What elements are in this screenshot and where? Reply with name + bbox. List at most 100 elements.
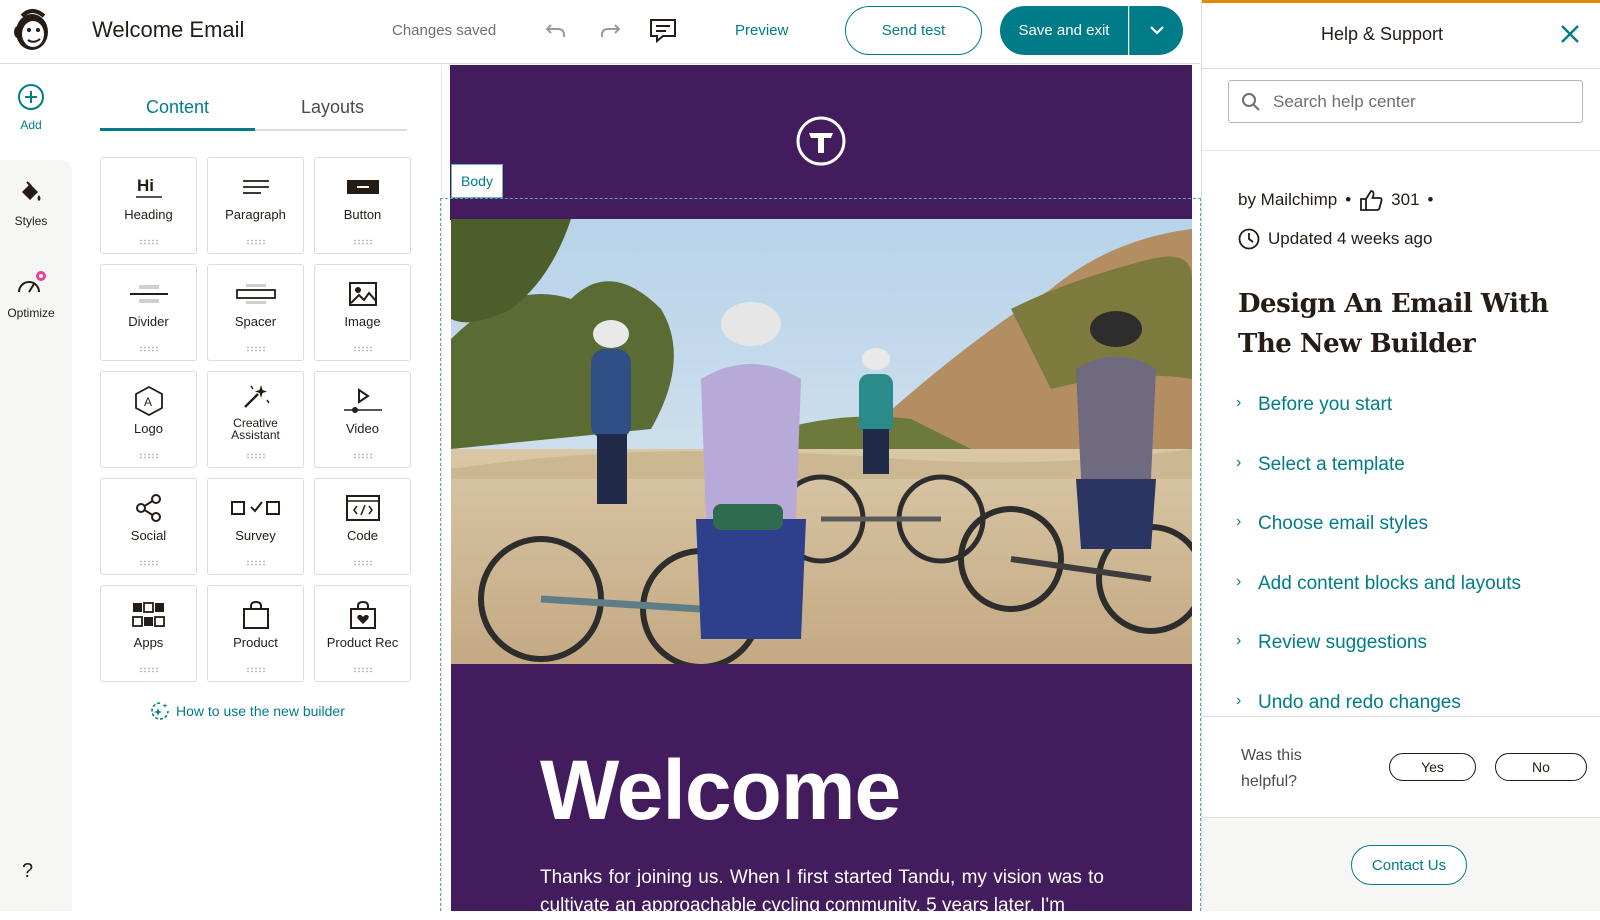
drag-grip-icon [139,346,159,352]
block-code[interactable]: Code [314,478,411,575]
how-to-use-builder-link[interactable]: How to use the new builder [150,701,345,721]
drag-grip-icon [353,239,373,245]
rail-styles-label: Styles [14,214,48,228]
save-options-dropdown[interactable] [1129,6,1183,55]
block-video[interactable]: Video [314,371,411,468]
email-headline[interactable]: Welcome [540,742,901,839]
plus-circle-icon [18,84,44,110]
tab-content[interactable]: Content [100,95,255,131]
block-apps[interactable]: Apps [100,585,197,682]
svg-text:A: A [144,395,152,409]
block-label: Survey [235,528,276,543]
rail-styles-button[interactable]: Styles [0,180,62,228]
hero-image[interactable] [451,219,1192,664]
drag-grip-icon [139,453,159,459]
save-status: Changes saved [392,22,497,39]
divider-icon [101,279,196,309]
content-blocks-grid: Hi Heading Paragraph Button Divider Spac… [100,157,411,682]
rail-add-label: Add [20,118,42,132]
block-product-rec[interactable]: Product Rec [314,585,411,682]
toc-item[interactable]: › Review suggestions [1236,624,1586,684]
block-button[interactable]: Button [314,157,411,254]
send-test-button[interactable]: Send test [845,6,982,55]
help-divider [1202,68,1600,69]
block-logo[interactable]: A Logo [100,371,197,468]
drag-grip-icon [246,667,266,673]
top-bar: Welcome Email Changes saved Preview Send… [0,0,1200,64]
undo-icon[interactable] [541,16,571,46]
code-icon [315,493,410,523]
block-survey[interactable]: Survey [207,478,304,575]
help-search-input[interactable] [1273,91,1563,112]
feedback-no-button[interactable]: No [1495,753,1587,781]
drag-grip-icon [353,453,373,459]
drag-grip-icon [139,239,159,245]
chevron-right-icon: › [1236,394,1242,411]
block-divider[interactable]: Divider [100,264,197,361]
email-body-text[interactable]: Thanks for joining us. When I first star… [540,864,1104,920]
article-title: Design An Email With The New Builder [1238,289,1549,359]
chevron-right-icon: › [1236,632,1242,650]
block-label: Paragraph [225,207,286,222]
block-label: Divider [128,314,169,329]
help-question-button[interactable]: ? [22,860,33,883]
search-icon [1242,92,1260,111]
document-title[interactable]: Welcome Email [92,17,244,43]
panel-tabs: Content Layouts [100,95,407,131]
image-icon [315,279,410,309]
block-label: Apps [133,635,164,650]
meta-separator: • [1427,190,1434,209]
rail-add-button[interactable]: Add [0,83,62,132]
article-updated: Updated 4 weeks ago [1238,228,1432,250]
toc-item-label: Add content blocks and layouts [1258,572,1522,594]
svg-text:Hi: Hi [137,176,154,195]
chevron-right-icon: › [1236,691,1242,709]
comment-icon[interactable] [648,16,678,46]
help-panel-accent-bar [1202,0,1600,3]
toc-item[interactable]: › Add content blocks and layouts [1236,565,1586,625]
drag-grip-icon [353,346,373,352]
block-product[interactable]: Product [207,585,304,682]
article-toc: › Before you start › Select a template › Ch… [1236,386,1586,744]
content-panel: Content Layouts Hi Heading Paragraph But… [72,65,442,911]
tab-layouts[interactable]: Layouts [255,95,410,131]
updated-text: Updated 4 weeks ago [1268,229,1433,248]
help-search-box[interactable] [1228,80,1583,123]
block-social[interactable]: Social [100,478,197,575]
mailchimp-logo-icon[interactable] [10,8,54,54]
preview-link[interactable]: Preview [735,22,788,39]
toc-item-label: Before you start [1258,394,1393,415]
clock-icon [1238,228,1260,250]
feedback-yes-button[interactable]: Yes [1389,753,1476,781]
body-section-tag[interactable]: Body [451,164,503,198]
redo-icon[interactable] [595,16,625,46]
rail-optimize-button[interactable]: Optimize [0,270,62,320]
toc-item[interactable]: › Choose email styles [1236,505,1586,565]
tandu-brand-logo-icon[interactable] [795,115,847,167]
thumbs-up-icon[interactable] [1359,189,1383,211]
toc-item[interactable]: › Select a template [1236,446,1586,506]
block-label: Button [343,207,382,222]
block-heading[interactable]: Hi Heading [100,157,197,254]
article-meta: by Mailchimp • 301 • [1238,189,1433,211]
rail-secondary: Styles Optimize [0,160,72,911]
toc-item-label: Review suggestions [1258,632,1427,654]
close-icon[interactable] [1558,22,1582,46]
block-spacer[interactable]: Spacer [207,264,304,361]
contact-us-button[interactable]: Contact Us [1351,845,1467,885]
product-rec-icon [315,600,410,630]
meta-separator: • [1345,190,1352,209]
block-paragraph[interactable]: Paragraph [207,157,304,254]
block-creative-assistant[interactable]: Creative Assistant [207,371,304,468]
social-share-icon [101,493,196,523]
block-image[interactable]: Image [314,264,411,361]
left-rail: Add Styles Optimize ? [0,65,72,911]
block-label: Video [345,421,379,436]
toc-item[interactable]: › Before you start [1236,386,1586,446]
chevron-right-icon: › [1236,513,1242,531]
block-label: Product [233,635,278,650]
block-label: Spacer [234,314,277,329]
toc-item-label: Select a template [1258,453,1405,475]
save-and-exit-button[interactable]: Save and exit [1000,6,1128,55]
drag-grip-icon [353,667,373,673]
